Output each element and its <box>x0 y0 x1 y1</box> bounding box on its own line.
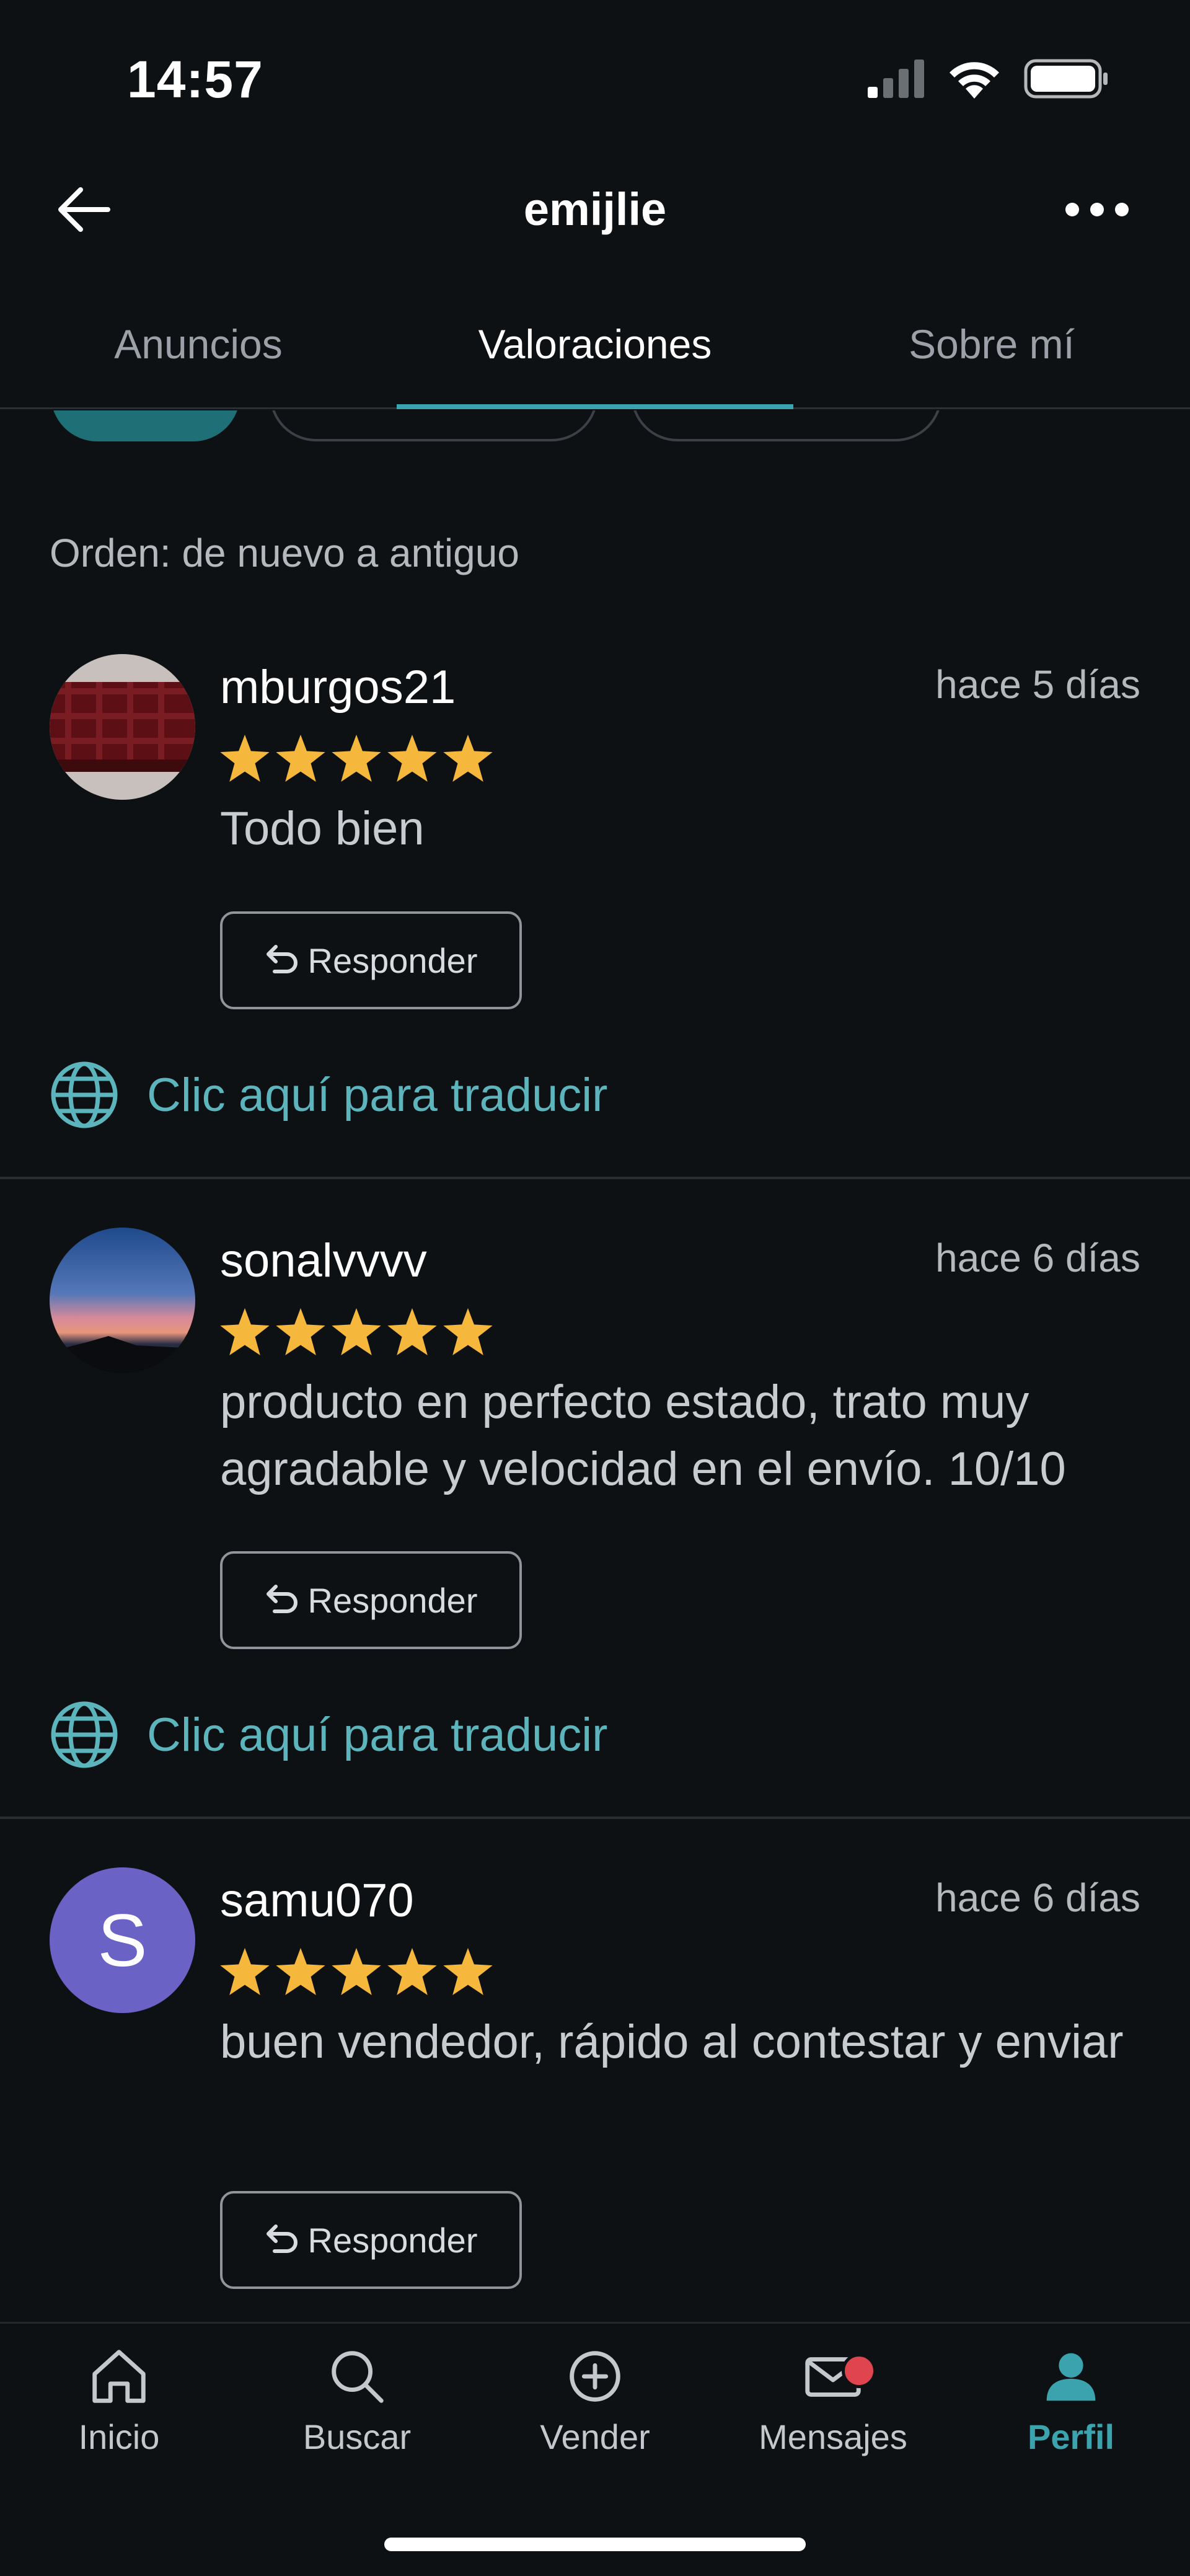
home-indicator[interactable] <box>384 2538 806 2551</box>
star-icon <box>387 735 437 782</box>
nav-label: Mensajes <box>759 2417 907 2456</box>
divider <box>0 1177 1190 1179</box>
rating-stars <box>220 735 493 782</box>
star-icon <box>220 1308 270 1355</box>
review-item: sonalvvvv hace 6 días producto en perfec… <box>0 1228 1190 1786</box>
avatar-letter: S <box>97 1898 148 1982</box>
nav-label: Buscar <box>302 2417 412 2456</box>
review-text: producto en perfecto estado, trato muy a… <box>220 1376 1066 1495</box>
review-username[interactable]: sonalvvvv <box>220 1234 427 1288</box>
star-icon <box>276 735 325 782</box>
search-icon <box>332 2351 384 2403</box>
tab-valoraciones[interactable]: Valoraciones <box>397 282 793 409</box>
review-item: S samu070 hace 6 días buen vendedor, ráp… <box>0 1867 1190 2314</box>
filter-chip[interactable] <box>51 410 240 441</box>
divider <box>0 1817 1190 1819</box>
review-date: hace 6 días <box>935 1875 1140 1920</box>
sort-order-label[interactable]: Orden: de nuevo a antiguo <box>50 530 519 576</box>
star-icon <box>220 1948 270 1995</box>
avatar[interactable] <box>50 1228 195 1373</box>
tab-sobre-mi[interactable]: Sobre mí <box>793 282 1190 407</box>
star-icon <box>220 735 270 782</box>
wifi-icon <box>950 62 999 99</box>
star-icon <box>387 1308 437 1355</box>
avatar-photo <box>50 654 195 800</box>
plus-circle-icon <box>570 2351 620 2402</box>
avatar[interactable] <box>50 654 195 800</box>
translate-label: Clic aquí para traducir <box>147 1708 608 1761</box>
reply-label: Responder <box>307 2220 478 2260</box>
review-username[interactable]: samu070 <box>220 1874 414 1928</box>
filter-chips <box>0 410 1190 441</box>
rating-stars <box>220 1948 493 1995</box>
review-date: hace 6 días <box>935 1236 1140 1280</box>
translate-label: Clic aquí para traducir <box>147 1068 608 1122</box>
tab-bar: Anuncios Valoraciones Sobre mí <box>0 282 1190 409</box>
star-icon <box>387 1948 437 1995</box>
star-icon <box>443 735 493 782</box>
review-text: buen vendedor, rápido al contestar y env… <box>220 2016 1124 2068</box>
nav-item-vender[interactable]: Vender <box>476 2342 714 2457</box>
nav-label: Vender <box>540 2417 650 2456</box>
reply-label: Responder <box>307 941 478 980</box>
avatar[interactable]: S <box>50 1867 195 2013</box>
filter-chip[interactable] <box>270 410 598 441</box>
profile-icon <box>1046 2353 1096 2401</box>
review-username[interactable]: mburgos21 <box>220 660 456 714</box>
nav-item-inicio[interactable]: Inicio <box>0 2342 238 2457</box>
star-icon <box>276 1948 325 1995</box>
more-button[interactable] <box>1054 180 1140 239</box>
star-icon <box>443 1948 493 1995</box>
filter-chip[interactable] <box>631 410 942 441</box>
reply-button[interactable]: Responder <box>220 911 522 1009</box>
status-bar: 14:57 <box>0 0 1190 155</box>
star-icon <box>276 1308 325 1355</box>
battery-icon <box>1024 59 1108 99</box>
reply-icon <box>266 2224 298 2253</box>
home-icon <box>92 2350 146 2403</box>
status-icons <box>868 59 1109 99</box>
star-icon <box>332 735 381 782</box>
reply-icon <box>266 1585 298 1613</box>
review-item: mburgos21 hace 5 días Todo bien Responde… <box>0 654 1190 1181</box>
status-time: 14:57 <box>127 50 263 108</box>
translate-link[interactable]: Clic aquí para traducir <box>50 1700 607 1769</box>
bottom-navigation: Inicio Buscar Vender Mensajes Perfil <box>0 2322 1190 2576</box>
nav-item-perfil[interactable]: Perfil <box>952 2342 1190 2457</box>
nav-label: Inicio <box>78 2417 160 2456</box>
star-icon <box>443 1308 493 1355</box>
reply-label: Responder <box>307 1580 478 1620</box>
review-date: hace 5 días <box>935 662 1140 707</box>
header: emijlie <box>0 155 1190 263</box>
avatar-photo <box>50 1228 195 1373</box>
nav-label: Perfil <box>1027 2417 1115 2456</box>
translate-link[interactable]: Clic aquí para traducir <box>50 1060 607 1130</box>
tab-anuncios[interactable]: Anuncios <box>0 282 397 407</box>
star-icon <box>332 1948 381 1995</box>
reply-button[interactable]: Responder <box>220 1551 522 1649</box>
globe-icon <box>51 1701 118 1768</box>
notification-badge <box>842 2353 876 2388</box>
reply-icon <box>266 945 298 973</box>
globe-icon <box>51 1061 118 1128</box>
star-icon <box>332 1308 381 1355</box>
page-title: emijlie <box>523 184 667 235</box>
nav-item-mensajes[interactable]: Mensajes <box>714 2342 952 2457</box>
review-text: Todo bien <box>220 802 425 855</box>
signal-icon <box>868 60 924 98</box>
nav-item-buscar[interactable]: Buscar <box>238 2342 476 2457</box>
more-horizontal-icon <box>1065 202 1129 216</box>
rating-stars <box>220 1308 493 1355</box>
reply-button[interactable]: Responder <box>220 2191 522 2289</box>
